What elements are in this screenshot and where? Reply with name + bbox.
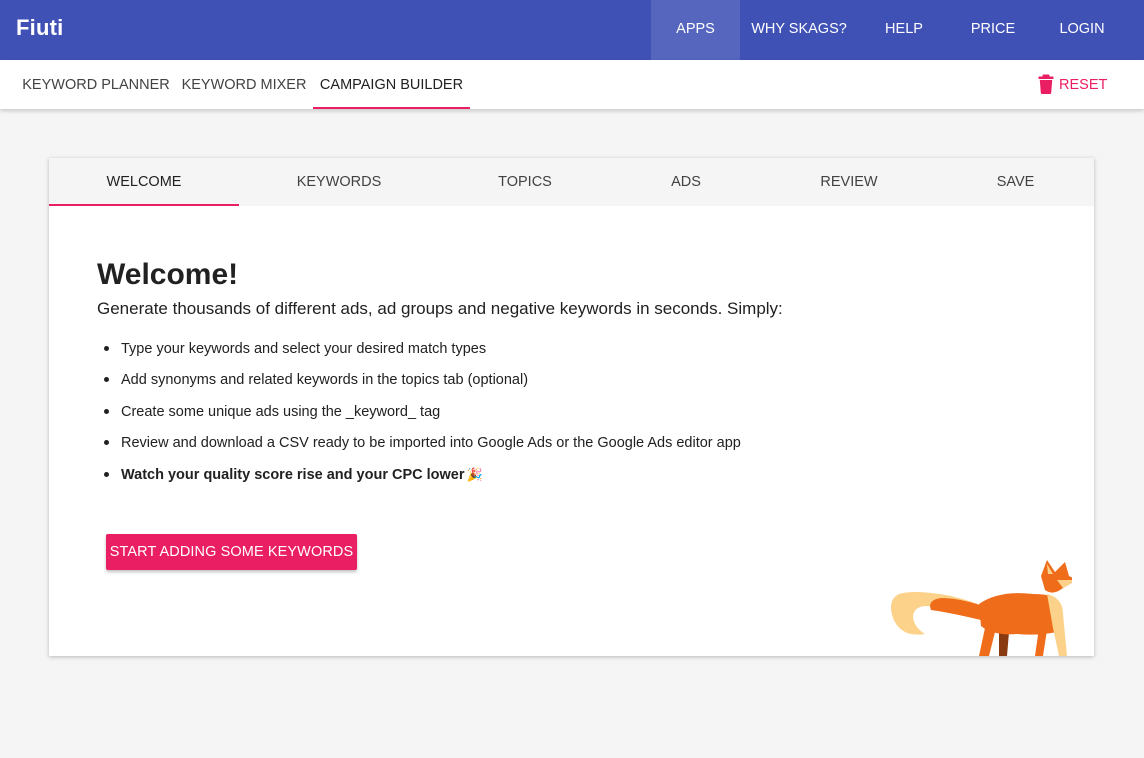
step-ads[interactable]: ADS bbox=[624, 158, 748, 206]
list-item-text: Type your keywords and select your desir… bbox=[121, 341, 487, 357]
step-review[interactable]: REVIEW bbox=[776, 158, 922, 206]
bullet-icon bbox=[104, 346, 109, 351]
tab-keyword-planner[interactable]: KEYWORD PLANNER bbox=[17, 60, 175, 109]
campaign-builder-card: WELCOME KEYWORDS TOPICS ADS REVIEW SAVE … bbox=[49, 158, 1094, 656]
nav-login[interactable]: LOGIN bbox=[1044, 0, 1120, 60]
step-keywords[interactable]: KEYWORDS bbox=[241, 158, 437, 206]
nav-why-skags[interactable]: WHY SKAGS? bbox=[741, 0, 857, 60]
step-topics[interactable]: TOPICS bbox=[445, 158, 605, 206]
tab-keyword-mixer[interactable]: KEYWORD MIXER bbox=[178, 60, 310, 109]
welcome-intro: Generate thousands of different ads, ad … bbox=[97, 299, 783, 318]
bullet-icon bbox=[104, 377, 109, 382]
party-popper-icon: 🎉 bbox=[466, 467, 483, 482]
nav-help[interactable]: HELP bbox=[866, 0, 942, 60]
list-item-text: Create some unique ads using the _keywor… bbox=[121, 404, 441, 420]
brand-logo[interactable]: Fiuti bbox=[16, 15, 63, 41]
nav-apps[interactable]: APPS bbox=[651, 0, 740, 60]
trash-icon bbox=[1038, 74, 1054, 94]
reset-label: RESET bbox=[1059, 77, 1108, 93]
bullet-icon bbox=[104, 409, 109, 414]
tab-campaign-builder[interactable]: CAMPAIGN BUILDER bbox=[313, 60, 470, 109]
bullet-icon bbox=[104, 472, 109, 477]
step-save[interactable]: SAVE bbox=[954, 158, 1077, 206]
list-item-text: Review and download a CSV ready to be im… bbox=[121, 435, 741, 451]
nav-price[interactable]: PRICE bbox=[955, 0, 1031, 60]
start-adding-keywords-button[interactable]: START ADDING SOME KEYWORDS bbox=[106, 534, 357, 570]
list-item-text-bold: Watch your quality score rise and your C… bbox=[121, 464, 483, 486]
step-tabs: WELCOME KEYWORDS TOPICS ADS REVIEW SAVE bbox=[49, 158, 1094, 206]
sub-navigation: KEYWORD PLANNER KEYWORD MIXER CAMPAIGN B… bbox=[0, 60, 1144, 109]
welcome-title: Welcome! bbox=[97, 258, 239, 291]
list-item-text: Watch your quality score rise and your C… bbox=[121, 467, 465, 483]
bullet-icon bbox=[104, 440, 109, 445]
top-app-bar: Fiuti APPS WHY SKAGS? HELP PRICE LOGIN bbox=[0, 0, 1144, 60]
list-item-text: Add synonyms and related keywords in the… bbox=[121, 372, 529, 388]
step-welcome[interactable]: WELCOME bbox=[49, 158, 239, 206]
fox-mascot-icon bbox=[891, 560, 1072, 656]
